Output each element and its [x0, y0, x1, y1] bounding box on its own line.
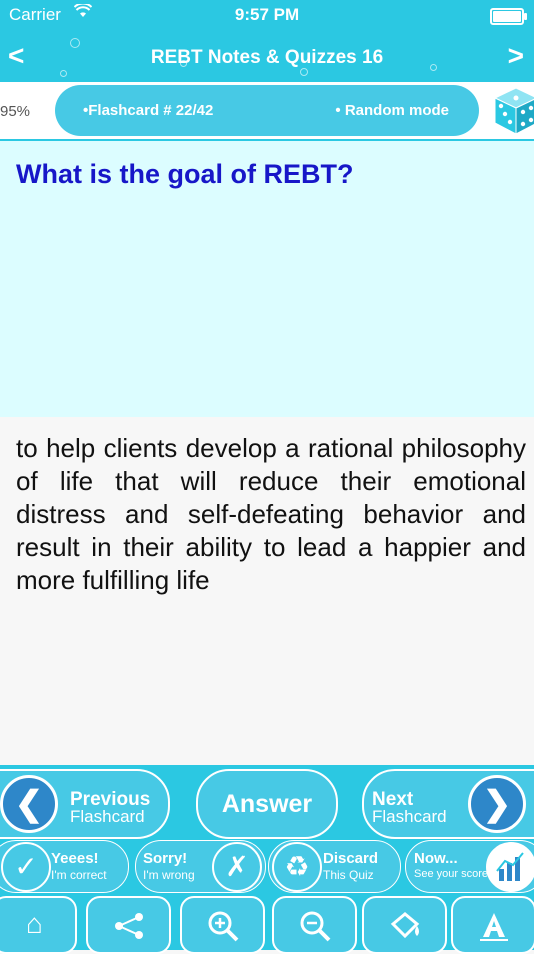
zoom-in-button[interactable] — [180, 896, 265, 954]
score-button-bar: ✓ Yeees! I'm correct Sorry! I'm wrong ✗ … — [0, 839, 534, 893]
answer-button[interactable]: Answer — [196, 769, 338, 839]
answer-text: to help clients develop a rational philo… — [16, 433, 526, 595]
chevron-right-icon: ❯ — [468, 775, 526, 833]
score-label: Now... — [414, 850, 458, 867]
previous-label: Previous — [70, 789, 151, 810]
share-icon — [111, 908, 147, 939]
share-button[interactable] — [86, 896, 171, 954]
next-sublabel: Flashcard — [372, 807, 447, 826]
question-text: What is the goal of REBT? — [16, 159, 354, 189]
discard-sublabel: This Quiz — [323, 868, 374, 882]
bar-chart-icon — [486, 842, 534, 892]
forward-button[interactable]: > — [508, 40, 524, 72]
correct-button[interactable]: ✓ Yeees! I'm correct — [0, 840, 129, 893]
correct-sublabel: I'm correct — [51, 868, 107, 882]
clock: 9:57 PM — [234, 5, 300, 24]
wrong-sublabel: I'm wrong — [143, 868, 195, 882]
dice-icon[interactable] — [493, 86, 534, 135]
checkmark-icon: ✓ — [1, 842, 51, 892]
wrong-label: Sorry! — [143, 850, 188, 867]
theme-button[interactable] — [362, 896, 447, 954]
home-icon: ⌂ — [26, 908, 43, 939]
progress-bar: 95% •Flashcard # 22/42 • Random mode — [0, 82, 534, 141]
see-score-button[interactable]: Now... See your score — [405, 840, 534, 893]
flashcard-info-pill: •Flashcard # 22/42 • Random mode — [55, 85, 479, 136]
random-mode-label[interactable]: • Random mode — [335, 102, 449, 119]
nav-bar: < REBT Notes & Quizzes 16 > — [0, 30, 534, 82]
progress-percent: 95% — [0, 103, 31, 120]
correct-label: Yeees! — [51, 850, 99, 867]
discard-label: Discard — [323, 850, 379, 867]
close-icon: ✗ — [212, 842, 262, 892]
wrong-button[interactable]: Sorry! I'm wrong ✗ — [135, 840, 266, 893]
discard-quiz-button[interactable]: ♻ Discard This Quiz — [268, 840, 401, 893]
battery-icon — [490, 8, 527, 25]
paint-icon — [387, 908, 423, 939]
chevron-left-icon: ❮ — [0, 775, 58, 833]
home-button[interactable]: ⌂ — [0, 896, 77, 954]
next-label: Next — [372, 789, 414, 810]
next-flashcard-button[interactable]: Next Flashcard ❯ — [362, 769, 534, 839]
font-icon — [476, 908, 512, 941]
zoom-out-button[interactable] — [272, 896, 357, 954]
toolbar: ⌂ — [0, 893, 534, 954]
recycle-icon: ♻ — [272, 842, 322, 892]
page-title: REBT Notes & Quizzes 16 — [150, 47, 384, 68]
previous-sublabel: Flashcard — [70, 807, 145, 826]
flashcard-counter: •Flashcard # 22/42 — [83, 102, 214, 119]
question-panel: What is the goal of REBT? — [0, 141, 534, 417]
status-bar: Carrier 9:57 PM — [0, 0, 534, 30]
main-button-bar: ❮ Previous Flashcard Answer Next Flashca… — [0, 765, 534, 839]
score-sublabel: See your score — [414, 868, 488, 880]
zoom-in-icon — [205, 908, 241, 942]
zoom-out-icon — [297, 908, 333, 942]
font-button[interactable] — [451, 896, 534, 954]
previous-flashcard-button[interactable]: ❮ Previous Flashcard — [0, 769, 170, 839]
answer-label: Answer — [221, 790, 313, 818]
